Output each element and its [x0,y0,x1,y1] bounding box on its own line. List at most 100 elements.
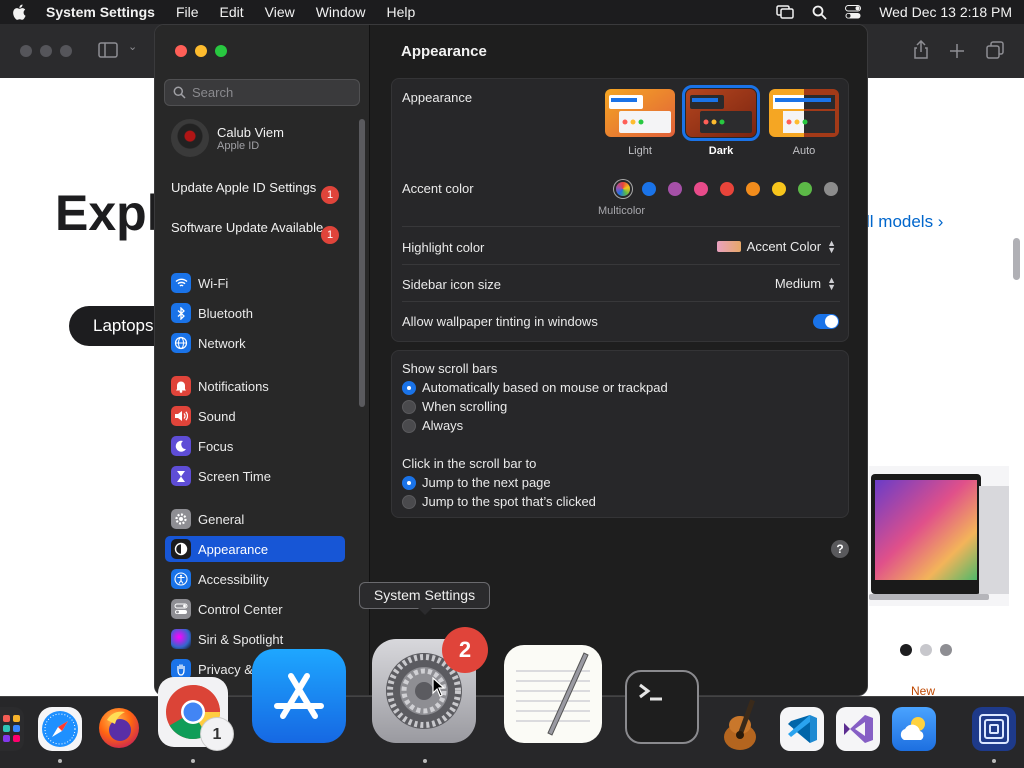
accent-red-swatch[interactable] [720,182,734,196]
safari-close-button[interactable] [20,45,32,57]
page-title: Appearance [401,43,487,60]
share-icon[interactable] [913,40,929,60]
sidebar-item-control-center[interactable]: Control Center [165,596,345,622]
sidebar-icon-size-popup[interactable]: Medium ▲ ▼ [775,274,836,292]
macbook-image [869,466,1009,606]
wallpaper-tinting-toggle[interactable] [813,314,839,329]
appearance-auto-option[interactable] [769,89,839,137]
terminal-icon[interactable] [625,670,699,744]
dock: 1 2 [0,627,1024,768]
software-update-notice[interactable]: Software Update Available [171,220,341,236]
scroll-when-scrolling-radio[interactable]: When scrolling [402,399,507,414]
user-name: Calub Viem [217,124,284,140]
dock-tooltip: System Settings [359,582,490,615]
sidebar-item-general[interactable]: General [165,506,345,532]
scroll-always-radio[interactable]: Always [402,418,463,433]
sidebar-item-screen-time[interactable]: Screen Time [165,463,345,489]
accent-blue-swatch[interactable] [642,182,656,196]
sidebar-item-network[interactable]: Network [165,330,345,356]
new-tab-icon[interactable] [949,43,965,59]
appearance-light-option[interactable] [605,89,675,137]
visual-studio-icon[interactable] [836,707,880,751]
firefox-icon[interactable] [96,705,142,751]
bluetooth-icon [171,303,191,323]
help-button[interactable]: ? [831,540,849,558]
close-button[interactable] [175,45,187,57]
sidebar-item-label: Network [198,335,246,351]
menu-file[interactable]: File [176,4,199,20]
sidebar-item-notifications[interactable]: Notifications [165,373,345,399]
show-scroll-bars-label: Show scroll bars [402,361,498,376]
sidebar-item-accessibility[interactable]: Accessibility [165,566,345,592]
all-models-link[interactable]: ll models › [866,212,943,232]
chevron-down-icon[interactable]: ⌄ [128,40,137,53]
accent-purple-swatch[interactable] [668,182,682,196]
appearance-dark-option[interactable] [682,85,760,141]
scroll-bars-card: Show scroll bars Automatically based on … [391,350,849,518]
sidebar-item-label: Screen Time [198,468,271,484]
sidebar-toggle-icon[interactable] [98,42,118,58]
accent-yellow-swatch[interactable] [772,182,786,196]
control-center-icon [171,599,191,619]
search-field[interactable] [164,79,360,106]
bell-icon [171,376,191,396]
sidebar-item-wifi[interactable]: Wi-Fi [165,270,345,296]
light-thumbnail-image [605,89,675,137]
control-center-menu-icon[interactable] [845,5,862,19]
garageband-icon[interactable] [718,697,768,753]
system-settings-window: Calub Viem Apple ID Update Apple ID Sett… [154,24,868,696]
minimize-button[interactable] [195,45,207,57]
zoom-button[interactable] [215,45,227,57]
menu-view[interactable]: View [265,4,295,20]
carousel-dots[interactable] [900,644,952,656]
radio-label: Always [422,418,464,433]
scroll-auto-radio[interactable]: Automatically based on mouse or trackpad [402,380,668,395]
menu-clock[interactable]: Wed Dec 13 2:18 PM [879,4,1012,20]
weather-icon[interactable] [892,707,936,751]
notice-badge: 1 [321,186,339,204]
tab-overview-icon[interactable] [986,41,1004,59]
update-apple-id-notice[interactable]: Update Apple ID Settings [171,180,341,196]
highlight-color-popup[interactable]: Accent Color ▲ ▼ [716,238,836,254]
safari-zoom-button[interactable] [60,45,72,57]
radio-label: Automatically based on mouse or trackpad [422,380,668,395]
dark-thumbnail-image [686,89,756,137]
launchpad-icon[interactable] [0,707,24,751]
page-headline: Expl [55,185,161,241]
textedit-icon[interactable] [504,645,602,743]
apple-menu-icon[interactable] [12,4,26,20]
click-next-page-radio[interactable]: Jump to the next page [402,475,551,490]
menu-edit[interactable]: Edit [220,4,244,20]
menu-help[interactable]: Help [387,4,416,20]
sidebar-item-label: Wi-Fi [198,275,229,291]
user-subtitle: Apple ID [217,139,260,152]
sidebar-item-bluetooth[interactable]: Bluetooth [165,300,345,326]
vscode-icon[interactable] [780,707,824,751]
sidebar-item-focus[interactable]: Focus [165,433,345,459]
menu-app-name[interactable]: System Settings [46,4,155,20]
accent-graphite-swatch[interactable] [824,182,838,196]
apple-id-account[interactable]: Calub Viem Apple ID [171,119,284,157]
screen-sharing-icon[interactable] [972,707,1016,751]
search-input[interactable] [192,85,352,100]
screen-mirroring-icon[interactable] [776,5,794,19]
sidebar-item-sound[interactable]: Sound [165,403,345,429]
safari-icon[interactable] [38,707,82,751]
sidebar-scrollbar[interactable] [359,119,365,407]
menu-window[interactable]: Window [316,4,366,20]
sidebar-item-label: General [198,511,245,527]
click-spot-radio[interactable]: Jump to the spot that’s clicked [402,494,596,509]
accent-multicolor-swatch[interactable] [616,182,630,196]
avatar [171,119,209,157]
sidebar-item-appearance[interactable]: Appearance [165,536,345,562]
app-store-icon[interactable] [252,649,346,743]
safari-minimize-button[interactable] [40,45,52,57]
accent-pink-swatch[interactable] [694,182,708,196]
safari-scrollbar[interactable] [1013,238,1020,280]
sidebar-item-label: Sound [198,408,236,424]
spotlight-search-icon[interactable] [812,5,827,20]
appearance-icon [171,539,191,559]
chevron-updown-icon: ▲ ▼ [827,274,836,292]
accent-orange-swatch[interactable] [746,182,760,196]
accent-green-swatch[interactable] [798,182,812,196]
